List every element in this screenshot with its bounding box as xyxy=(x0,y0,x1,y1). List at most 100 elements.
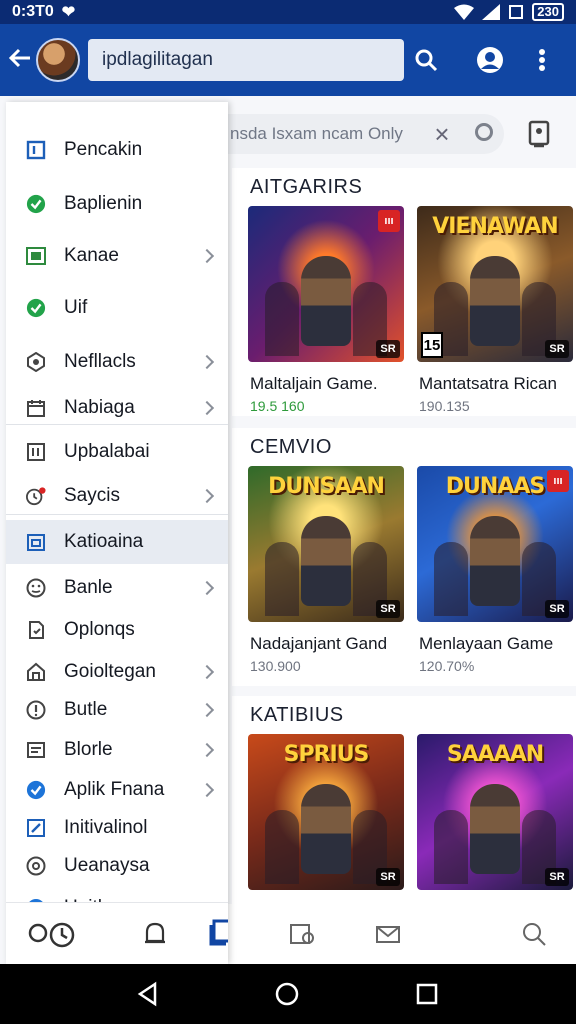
game-thumbnail[interactable]: SPRIUS SR xyxy=(248,734,404,890)
game-thumbnail[interactable]: VIENAWAN 15 SR xyxy=(417,206,573,362)
app-bar: ipdlagilitagan xyxy=(0,24,576,96)
chevron-right-icon xyxy=(199,248,215,264)
game-card[interactable]: SPRIUSSRNorkdaganlaraainik40.70 xyxy=(248,734,404,942)
drawer-item[interactable]: Saycis xyxy=(6,474,228,518)
drawer-item-label: Goioltegan xyxy=(64,661,156,682)
game-thumbnail[interactable]: SAAAAN SR xyxy=(417,734,573,890)
drawer-bottom-bar xyxy=(6,902,228,964)
search-icon[interactable] xyxy=(406,24,446,96)
section-title: AITGARIRS xyxy=(250,176,363,198)
bookmark-icon[interactable] xyxy=(526,120,552,148)
doc-icon xyxy=(26,620,46,640)
game-card[interactable]: DUNSAAN SR Nadajanjant Gand 130.900 xyxy=(248,466,404,674)
avatar[interactable] xyxy=(36,38,80,82)
character-art xyxy=(301,784,351,874)
game-title[interactable]: Nadajanjant Gand xyxy=(250,634,387,654)
game-card[interactable]: SAAAANSRMankolaglakast40.700 xyxy=(417,734,573,942)
age-rating-badge: 15 xyxy=(421,332,443,358)
search-nav-icon[interactable] xyxy=(520,920,548,948)
drawer-item-label: Blorle xyxy=(64,739,113,760)
drawer-item-label: Nabiaga xyxy=(64,397,135,418)
drawer-item-label: Baplienin xyxy=(64,193,143,214)
character-art xyxy=(301,516,351,606)
drawer-item[interactable]: Oplonqs xyxy=(6,608,228,652)
game-logo-text: DUNSAAN xyxy=(268,474,385,499)
chevron-right-icon xyxy=(199,664,215,680)
game-logo-text: SPRIUS xyxy=(283,742,370,767)
gallery-icon[interactable] xyxy=(288,920,316,948)
game-thumbnail[interactable]: DUNAAS ııı SR xyxy=(417,466,573,622)
chevron-right-icon xyxy=(199,580,215,596)
book-icon xyxy=(26,442,46,462)
signal-icon xyxy=(482,4,501,20)
game-thumbnail[interactable]: DUNSAAN SR xyxy=(248,466,404,622)
game-meta: 120.70% xyxy=(419,658,475,674)
info-icon xyxy=(26,700,46,720)
game-section: CEMVIO DUNSAAN SR Nadajanjant Gand 130.900 DU… xyxy=(232,428,576,686)
recents-square-icon[interactable] xyxy=(414,981,440,1007)
status-bar: 0:3T0 ❤ 230 xyxy=(0,0,576,24)
hexagon-icon xyxy=(26,352,46,372)
chevron-right-icon xyxy=(199,354,215,370)
section-title: CEMVIO xyxy=(250,436,332,458)
drawer-item[interactable]: Nefllacls xyxy=(6,340,228,384)
drawer-item-label: Oplonqs xyxy=(64,619,135,640)
drawer-item[interactable]: Baplienin xyxy=(6,182,228,226)
verified-icon xyxy=(26,780,46,800)
drawer-item[interactable]: Blorle xyxy=(6,728,228,772)
drawer-item[interactable]: Uif xyxy=(6,286,228,330)
game-card[interactable]: ııı SR Maltaljain Game. 19.5 160 xyxy=(248,206,404,414)
character-art xyxy=(301,256,351,346)
game-section: AITGARIRS ııı SR Maltaljain Game. 19.5 160 VI… xyxy=(232,168,576,416)
history-icon[interactable] xyxy=(28,921,76,949)
status-time: 0:3T0 xyxy=(12,3,54,20)
character-art xyxy=(470,256,520,346)
chevron-right-icon xyxy=(199,702,215,718)
mail-icon[interactable] xyxy=(374,920,402,948)
chevron-right-icon xyxy=(199,400,215,416)
drawer-item[interactable]: Upbalabai xyxy=(6,430,228,474)
search-input[interactable]: ipdlagilitagan xyxy=(88,39,404,81)
circle-q-icon xyxy=(26,856,46,876)
game-meta: 190.135 xyxy=(419,398,470,414)
game-card[interactable]: VIENAWAN 15 SR Mantatsatra Rican 190.135 xyxy=(417,206,573,414)
close-icon[interactable]: × xyxy=(428,120,456,148)
filter-input[interactable]: nsda Isxam ncam Only xyxy=(228,114,504,154)
alert-clock-icon xyxy=(26,486,46,506)
notifications-icon[interactable] xyxy=(142,921,168,947)
game-thumbnail[interactable]: ııı SR xyxy=(248,206,404,362)
more-vert-icon[interactable] xyxy=(522,24,562,96)
section-title: KATIBIUS xyxy=(250,704,344,726)
home-circle-icon[interactable] xyxy=(274,981,300,1007)
rating-badge: SR xyxy=(376,600,400,618)
drawer-item[interactable]: Butle xyxy=(6,688,228,732)
rating-badge: SR xyxy=(545,600,569,618)
back-arrow-icon[interactable] xyxy=(8,46,34,74)
rating-badge: SR xyxy=(545,340,569,358)
drawer-item[interactable]: Katioaina xyxy=(6,520,228,564)
circle-icon[interactable] xyxy=(475,123,493,141)
drawer-item-label: Butle xyxy=(64,699,108,720)
alarm-icon xyxy=(509,5,524,19)
system-navigation-bar xyxy=(0,964,576,1024)
new-badge: ııı xyxy=(547,470,569,492)
drawer-divider xyxy=(6,514,228,515)
library-icon[interactable] xyxy=(208,919,228,947)
account-icon[interactable] xyxy=(470,24,510,96)
drawer-item[interactable]: Banle xyxy=(6,566,228,610)
game-title[interactable]: Mantatsatra Rican xyxy=(419,374,557,394)
new-badge: ııı xyxy=(378,210,400,232)
drawer-item[interactable]: Ueanaysa xyxy=(6,844,228,888)
drawer-item-label: Ueanaysa xyxy=(64,855,150,876)
drawer-item[interactable]: Kanae xyxy=(6,234,228,278)
back-triangle-icon[interactable] xyxy=(135,981,161,1007)
drawer-item-label: Initivalinol xyxy=(64,817,148,838)
chevron-right-icon xyxy=(199,488,215,504)
check-circle-icon xyxy=(26,194,46,214)
game-card[interactable]: DUNAAS ııı SR Menlayaan Game 120.70% xyxy=(417,466,573,674)
game-title[interactable]: Menlayaan Game xyxy=(419,634,553,654)
drawer-item[interactable]: Pencakin xyxy=(6,128,228,172)
calendar-icon xyxy=(26,398,46,418)
game-title[interactable]: Maltaljain Game. xyxy=(250,374,378,394)
game-logo-text: VIENAWAN xyxy=(432,214,558,239)
